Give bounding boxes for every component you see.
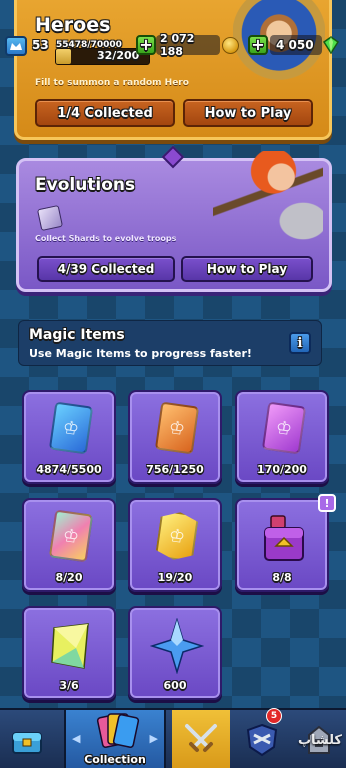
heroes-panel[interactable]: Heroes 32/200 Fill to summon a random He… bbox=[14, 0, 332, 140]
star-points-icon bbox=[150, 618, 204, 674]
item-count: 8/8 bbox=[272, 571, 292, 584]
item-tile-chest[interactable]: 8/8 bbox=[235, 498, 329, 592]
magic-items-title: Magic Items bbox=[29, 327, 125, 343]
magic-items-info-button[interactable]: i bbox=[289, 332, 311, 354]
item-tile-star-points[interactable]: 600 bbox=[128, 606, 222, 700]
item-count: 170/200 bbox=[257, 463, 307, 476]
evolutions-subtitle: Collect Shards to evolve troops bbox=[35, 234, 177, 243]
item-tile-epic-wild-card[interactable]: ♔ 170/200 bbox=[235, 390, 329, 484]
magic-chest-icon bbox=[264, 515, 304, 561]
legendary-wild-card-icon: ♔ bbox=[48, 509, 94, 563]
nav-tab-battle[interactable] bbox=[172, 710, 230, 768]
nav-next-icon[interactable]: ▶ bbox=[150, 732, 158, 745]
item-tile-common-wild-card[interactable]: ♔ 4874/5500 bbox=[22, 390, 116, 484]
hero-progress-text: 32/200 bbox=[97, 49, 140, 62]
item-tile-elite-wild-card[interactable]: 3/6 bbox=[22, 606, 116, 700]
item-count: 4874/5500 bbox=[36, 463, 102, 476]
champion-wild-card-icon: ♔ bbox=[155, 510, 199, 563]
shop-chest-icon bbox=[12, 732, 42, 754]
epic-wild-card-icon: ♔ bbox=[261, 401, 307, 455]
gold-coin-icon bbox=[222, 37, 239, 54]
heroes-title: Heroes bbox=[35, 14, 111, 36]
buy-gems-button[interactable]: + bbox=[248, 35, 268, 55]
gem-icon bbox=[322, 36, 340, 54]
evolutions-collected-button[interactable]: 4/39 Collected bbox=[37, 256, 175, 282]
magic-items-subtitle: Use Magic Items to progress faster! bbox=[29, 347, 252, 360]
collection-cards-icon bbox=[96, 713, 140, 748]
item-count: 600 bbox=[163, 679, 187, 692]
level-badge-icon[interactable] bbox=[5, 36, 27, 56]
evolutions-panel[interactable]: Evolutions Collect Shards to evolve troo… bbox=[16, 151, 332, 292]
evolutions-how-to-play-button[interactable]: How to Play bbox=[181, 256, 313, 282]
nav-tab-shop[interactable] bbox=[0, 710, 54, 768]
heroes-how-to-play-button[interactable]: How to Play bbox=[183, 99, 313, 127]
evolutions-title: Evolutions bbox=[35, 175, 136, 195]
elite-wild-card-icon bbox=[51, 623, 89, 669]
item-count: 19/20 bbox=[157, 571, 193, 584]
nav-prev-icon[interactable]: ◀ bbox=[72, 732, 80, 745]
player-level: 53 bbox=[32, 38, 49, 52]
valkyrie-portrait-icon bbox=[213, 151, 323, 251]
gems-amount: 4 050 bbox=[276, 38, 314, 52]
item-tile-rare-wild-card[interactable]: ♔ 756/1250 bbox=[128, 390, 222, 484]
common-wild-card-icon: ♔ bbox=[48, 401, 94, 455]
watermark-text: کلشاپ bbox=[297, 733, 342, 748]
nav-tab-collection[interactable]: ◀ ▶ Collection bbox=[64, 710, 166, 768]
item-count: 756/1250 bbox=[146, 463, 204, 476]
clan-shield-icon bbox=[246, 723, 278, 757]
gold-box: 2 072 188 bbox=[156, 32, 220, 58]
heroes-subtitle: Fill to summon a random Hero bbox=[35, 78, 189, 88]
heroes-collected-button[interactable]: 1/4 Collected bbox=[35, 99, 175, 127]
evolution-shard-icon bbox=[36, 204, 64, 232]
item-tile-legendary-wild-card[interactable]: ♔ 8/20 bbox=[22, 498, 116, 592]
item-count: 8/20 bbox=[55, 571, 83, 584]
gems-box: 4 050 bbox=[270, 35, 322, 55]
gold-amount: 2 072 188 bbox=[160, 32, 195, 58]
collection-label: Collection bbox=[84, 753, 146, 766]
item-count: 3/6 bbox=[59, 679, 79, 692]
chest-notification-badge: ! bbox=[318, 494, 336, 512]
bottom-nav: ◀ ▶ Collection 5 bbox=[0, 708, 346, 768]
rare-wild-card-icon: ♔ bbox=[154, 401, 200, 455]
crossed-swords-icon bbox=[185, 724, 217, 752]
xp-progress: 55478/70000 bbox=[56, 40, 122, 50]
magic-items-header: Magic Items Use Magic Items to progress … bbox=[18, 320, 322, 366]
hero-progress-fill bbox=[56, 49, 71, 64]
clan-notification-badge: 5 bbox=[266, 708, 282, 724]
buy-gold-button[interactable]: + bbox=[136, 35, 156, 55]
item-tile-champion-wild-card[interactable]: ♔ 19/20 bbox=[128, 498, 222, 592]
